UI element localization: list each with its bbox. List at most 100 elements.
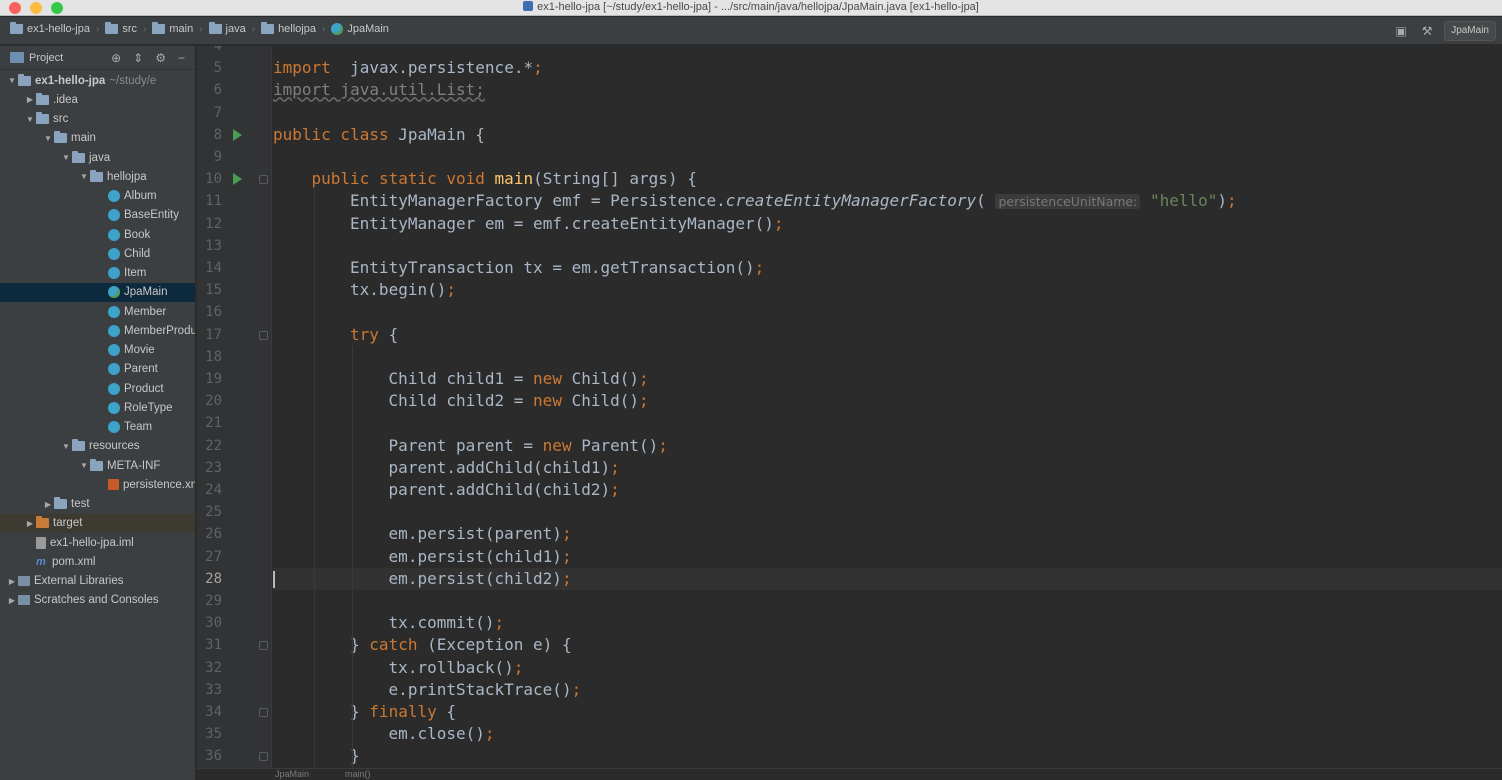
code-line[interactable]: Child child1 = new Child(); — [273, 368, 1502, 390]
tree-item[interactable]: RoleType — [0, 398, 195, 417]
code-line[interactable]: public class JpaMain { — [273, 124, 1502, 146]
tree-item[interactable]: ▼ META-INF — [0, 456, 195, 475]
collapse-all-icon[interactable]: ⇕ — [133, 51, 143, 65]
code-line[interactable]: public static void main(String[] args) { — [273, 168, 1502, 190]
expanded-arrow-icon[interactable]: ▼ — [6, 76, 18, 85]
tree-item[interactable]: ▼ main — [0, 129, 195, 148]
tree-item[interactable]: MemberProduct — [0, 321, 195, 340]
code-line[interactable]: tx.begin(); — [273, 279, 1502, 301]
tree-item[interactable]: Book — [0, 225, 195, 244]
code-line[interactable]: } catch (Exception e) { — [273, 634, 1502, 656]
code-line[interactable] — [273, 301, 1502, 323]
breadcrumb-item[interactable]: hellojpa — [261, 22, 316, 35]
run-gutter-icon[interactable] — [233, 128, 242, 141]
breadcrumb-item[interactable]: src — [105, 22, 137, 35]
code-line[interactable] — [273, 235, 1502, 257]
breadcrumb-item[interactable]: JpaMain — [331, 23, 389, 35]
run-gutter-icon[interactable] — [233, 173, 242, 186]
expanded-arrow-icon[interactable]: ▼ — [78, 172, 90, 181]
project-panel-title[interactable]: Project — [29, 52, 63, 64]
expanded-arrow-icon[interactable]: ▼ — [78, 461, 90, 470]
code-line[interactable]: import java.util.List; — [273, 79, 1502, 101]
code-editor[interactable]: 4 5 6 7 8 9 10 11 12 13 14 15 16 17 18 19 20 21 22 23 24 25 26… — [197, 46, 1502, 768]
tree-item[interactable]: ex1-hello-jpa.iml — [0, 533, 195, 552]
tree-item[interactable]: Product — [0, 379, 195, 398]
breadcrumb-class[interactable]: JpaMain — [275, 769, 309, 779]
tree-item[interactable]: Album — [0, 187, 195, 206]
tree-item[interactable]: ▼ java — [0, 148, 195, 167]
tree-item[interactable]: ▶ Scratches and Consoles — [0, 591, 195, 610]
code-line[interactable]: tx.commit(); — [273, 612, 1502, 634]
code-line[interactable]: Child child2 = new Child(); — [273, 390, 1502, 412]
collapsed-arrow-icon[interactable]: ▶ — [24, 519, 36, 528]
tree-item[interactable]: Parent — [0, 360, 195, 379]
expanded-arrow-icon[interactable]: ▼ — [42, 134, 54, 143]
window-layout-icon[interactable]: ▣ — [1392, 22, 1410, 40]
breadcrumb-item[interactable]: ex1-hello-jpa — [10, 22, 90, 35]
code-line[interactable]: em.close(); — [273, 723, 1502, 745]
hammer-build-icon[interactable]: ⚒ — [1418, 22, 1436, 40]
code-line[interactable]: Parent parent = new Parent(); — [273, 435, 1502, 457]
fold-icon[interactable] — [259, 641, 268, 651]
code-line[interactable] — [273, 102, 1502, 124]
run-configuration-select[interactable]: JpaMain — [1444, 21, 1496, 41]
code-line[interactable] — [273, 590, 1502, 612]
tree-item[interactable]: Member — [0, 302, 195, 321]
code-line[interactable]: e.printStackTrace(); — [273, 679, 1502, 701]
tree-item[interactable]: ▶ .idea — [0, 90, 195, 109]
collapsed-arrow-icon[interactable]: ▶ — [6, 577, 18, 586]
expanded-arrow-icon[interactable]: ▼ — [60, 442, 72, 451]
code-line[interactable]: em.persist(child2); — [273, 567, 1502, 590]
collapsed-arrow-icon[interactable]: ▶ — [6, 596, 18, 605]
code-line[interactable] — [273, 412, 1502, 434]
expanded-arrow-icon[interactable]: ▼ — [24, 115, 36, 124]
tree-item[interactable]: ▼ resources — [0, 437, 195, 456]
fold-icon[interactable] — [259, 330, 268, 340]
tree-item[interactable]: ▶ External Libraries — [0, 572, 195, 591]
tree-item[interactable]: Movie — [0, 341, 195, 360]
code-line[interactable]: em.persist(child1); — [273, 546, 1502, 568]
code-line[interactable] — [273, 346, 1502, 368]
code-line[interactable] — [273, 501, 1502, 523]
breadcrumb-method[interactable]: main() — [345, 769, 371, 779]
code-line[interactable]: em.persist(parent); — [273, 523, 1502, 545]
tree-item[interactable]: persistence.xml — [0, 475, 195, 494]
tree-item[interactable]: m pom.xml — [0, 552, 195, 571]
code-line[interactable]: EntityTransaction tx = em.getTransaction… — [273, 257, 1502, 279]
code-line[interactable]: try { — [273, 324, 1502, 346]
tree-item[interactable]: ▶ test — [0, 495, 195, 514]
tree-item[interactable]: Team — [0, 418, 195, 437]
breadcrumb-item[interactable]: main — [152, 22, 193, 35]
fold-icon[interactable] — [259, 708, 268, 717]
code-line[interactable]: parent.addChild(child2); — [273, 479, 1502, 501]
code-line[interactable]: import javax.persistence.*; — [273, 57, 1502, 79]
tree-item[interactable]: ▼ ex1-hello-jpa ~/study/e — [0, 71, 195, 90]
locate-file-icon[interactable]: ⊕ — [111, 51, 121, 65]
breadcrumb-item[interactable]: java — [208, 22, 246, 35]
code-line[interactable] — [273, 46, 1502, 57]
expanded-arrow-icon[interactable]: ▼ — [60, 153, 72, 162]
code-line[interactable]: EntityManager em = emf.createEntityManag… — [273, 213, 1502, 235]
collapsed-arrow-icon[interactable]: ▶ — [42, 500, 54, 509]
code-line[interactable]: EntityManagerFactory emf = Persistence.c… — [273, 190, 1502, 212]
tree-item[interactable]: BaseEntity — [0, 206, 195, 225]
iml-file-icon — [36, 536, 46, 549]
tree-item[interactable]: Child — [0, 244, 195, 263]
code-line[interactable]: parent.addChild(child1); — [273, 457, 1502, 479]
code-line[interactable]: } finally { — [273, 701, 1502, 723]
hide-panel-icon[interactable]: − — [178, 51, 185, 65]
code-area[interactable]: import javax.persistence.*; import java.u… — [273, 46, 1502, 768]
tree-item[interactable]: ▼ src — [0, 110, 195, 129]
code-line[interactable] — [273, 146, 1502, 168]
tree-item[interactable]: ▼ hellojpa — [0, 167, 195, 186]
fold-icon[interactable] — [259, 175, 268, 185]
tree-item[interactable]: Item — [0, 264, 195, 283]
code-line[interactable]: tx.rollback(); — [273, 657, 1502, 679]
tree-item[interactable]: JpaMain — [0, 282, 195, 302]
tree-item[interactable]: ▶ target — [0, 513, 195, 533]
fold-icon[interactable] — [259, 752, 268, 762]
collapsed-arrow-icon[interactable]: ▶ — [24, 95, 36, 104]
editor-gutter[interactable]: 4 5 6 7 8 9 10 11 12 13 14 15 16 17 18 19 20 21 22 23 24 25 26… — [197, 46, 272, 768]
gear-icon[interactable]: ⚙ — [155, 51, 166, 65]
code-line[interactable]: } — [273, 745, 1502, 767]
